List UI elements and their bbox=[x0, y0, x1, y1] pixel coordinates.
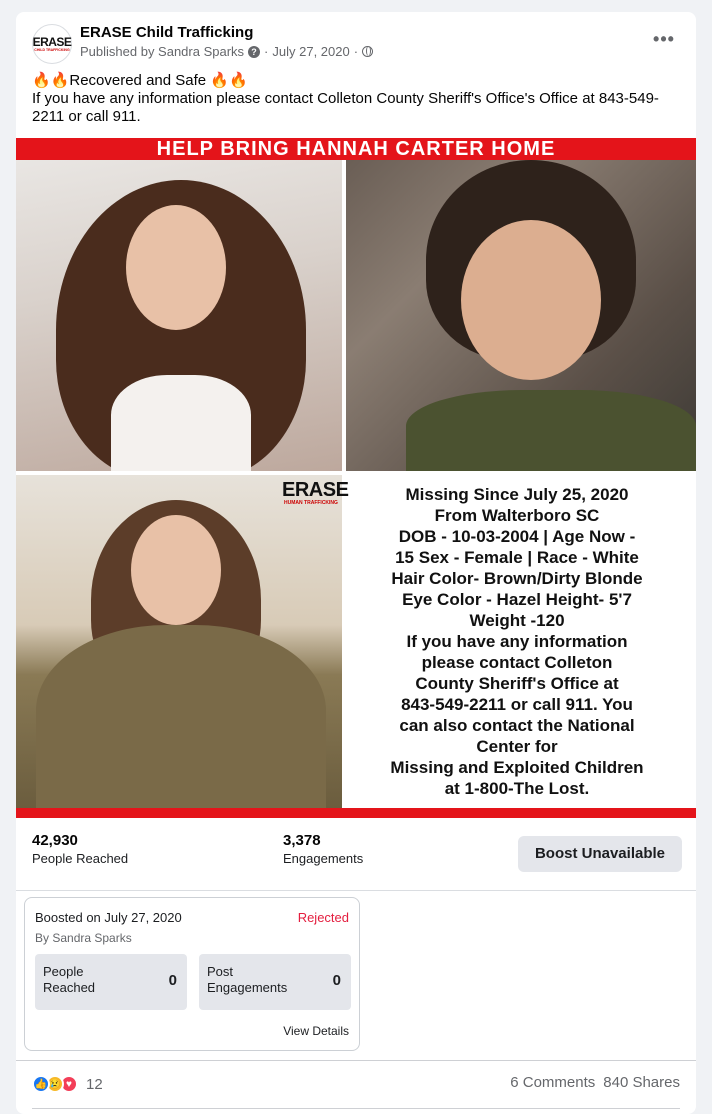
fire-emoji-left: 🔥🔥 bbox=[32, 72, 70, 89]
published-by: Published by Sandra Sparks bbox=[80, 44, 245, 59]
boost-unavailable-button[interactable]: Boost Unavailable bbox=[518, 836, 682, 872]
boost-card: Boosted on July 27, 2020 Rejected By San… bbox=[24, 897, 360, 1051]
face-shape bbox=[126, 205, 226, 330]
poster-info: Missing Since July 25, 2020 From Walterb… bbox=[344, 484, 690, 799]
post-headline: Recovered and Safe bbox=[69, 72, 207, 89]
erase-logo: ERASE HUMAN TRAFFICKING bbox=[282, 479, 349, 512]
post-stats: 42,930 People Reached 3,378 Engagements … bbox=[16, 818, 696, 890]
reactions-summary[interactable]: 👍 😢 ♥ 12 bbox=[32, 1074, 103, 1094]
view-details-link[interactable]: View Details bbox=[283, 1024, 349, 1038]
shirt-shape bbox=[406, 390, 696, 471]
photo-top-right bbox=[346, 160, 696, 471]
info-line: Hair Color- Brown/Dirty Blonde bbox=[391, 569, 643, 588]
engagements-stat: 3,378 Engagements bbox=[283, 832, 363, 866]
people-reached-stat: 42,930 People Reached bbox=[32, 832, 128, 866]
boost-people-reached-value: 0 bbox=[168, 972, 177, 989]
help-icon[interactable]: ? bbox=[248, 45, 261, 58]
boost-people-reached: People Reached 0 bbox=[35, 954, 187, 1010]
people-reached-value: 42,930 bbox=[32, 832, 78, 849]
post-meta: Published by Sandra Sparks ? · July 27, … bbox=[80, 44, 374, 59]
meta-separator: · bbox=[264, 44, 269, 59]
info-line: Missing Since July 25, 2020 bbox=[405, 485, 629, 504]
info-line: at 1-800-The Lost. bbox=[444, 779, 590, 798]
boost-date: Boosted on July 27, 2020 bbox=[35, 910, 182, 925]
globe-icon bbox=[362, 46, 374, 57]
info-line: DOB - 10-03-2004 | Age Now - bbox=[398, 527, 636, 546]
erase-logo-subtext: HUMAN TRAFFICKING bbox=[284, 500, 338, 506]
engagement-links: 6 Comments 840 Shares bbox=[510, 1074, 680, 1091]
engagements-value: 3,378 bbox=[283, 832, 321, 849]
info-line: Center for bbox=[476, 737, 558, 756]
boost-post-engagements-value: 0 bbox=[332, 972, 341, 989]
engagements-label: Engagements bbox=[283, 851, 364, 866]
boost-status-badge: Rejected bbox=[297, 910, 349, 925]
post-headline-line: 🔥🔥Recovered and Safe 🔥🔥 bbox=[32, 72, 682, 90]
avatar-logo-subtext: CHILD TRAFFICKING bbox=[34, 48, 70, 52]
avatar-logo-text: ERASE bbox=[32, 35, 72, 49]
info-line: From Walterboro SC bbox=[434, 506, 600, 525]
meta-separator-2: · bbox=[353, 44, 359, 59]
post-date[interactable]: July 27, 2020 bbox=[272, 44, 349, 59]
info-line: County Sheriff's Office at bbox=[415, 674, 619, 693]
poster-banner: HELP BRING HANNAH CARTER HOME bbox=[16, 138, 696, 160]
boost-people-reached-label: People Reached bbox=[43, 964, 96, 995]
photo-top-left bbox=[16, 160, 342, 471]
info-line: If you have any information bbox=[406, 632, 628, 651]
shares-link[interactable]: 840 Shares bbox=[603, 1074, 680, 1091]
face-shape bbox=[461, 220, 601, 380]
people-reached-label: People Reached bbox=[32, 851, 129, 866]
info-line: please contact Colleton bbox=[421, 653, 613, 672]
more-options-icon[interactable]: ••• bbox=[652, 30, 676, 48]
post-image[interactable]: HELP BRING HANNAH CARTER HOME ERASE HUMA… bbox=[16, 138, 696, 818]
divider bbox=[16, 890, 696, 891]
post-body: If you have any information please conta… bbox=[32, 90, 659, 125]
poster-footer-bar bbox=[16, 808, 696, 818]
page-avatar[interactable]: ERASE CHILD TRAFFICKING bbox=[32, 24, 72, 64]
boost-post-engagements: Post Engagements 0 bbox=[199, 954, 351, 1010]
info-line: 843-549-2211 or call 911. You bbox=[401, 695, 633, 714]
boost-post-engagements-label: Post Engagements bbox=[207, 964, 288, 995]
boost-by: By Sandra Sparks bbox=[35, 931, 132, 945]
like-reaction-icon: 👍 bbox=[32, 1075, 50, 1093]
info-line: 15 Sex - Female | Race - White bbox=[395, 548, 639, 567]
divider bbox=[32, 1108, 680, 1109]
post-card: ERASE CHILD TRAFFICKING ERASE Child Traf… bbox=[16, 12, 696, 1114]
erase-logo-text: ERASE bbox=[282, 479, 349, 501]
post-header: ERASE CHILD TRAFFICKING ERASE Child Traf… bbox=[16, 12, 696, 72]
comments-link[interactable]: 6 Comments bbox=[510, 1074, 595, 1091]
camo-jacket-shape bbox=[36, 625, 326, 808]
divider bbox=[16, 1060, 696, 1061]
shirt-shape bbox=[111, 375, 251, 471]
info-line: can also contact the National bbox=[399, 716, 635, 735]
photo-bottom-left bbox=[16, 475, 342, 808]
page-name[interactable]: ERASE Child Trafficking bbox=[80, 24, 253, 41]
info-line: Missing and Exploited Children bbox=[390, 758, 644, 777]
reaction-count: 12 bbox=[86, 1075, 103, 1093]
face-shape bbox=[131, 515, 221, 625]
info-line: Weight -120 bbox=[469, 611, 565, 630]
fire-emoji-right: 🔥🔥 bbox=[210, 72, 248, 89]
post-text: 🔥🔥Recovered and Safe 🔥🔥 If you have any … bbox=[32, 72, 682, 126]
info-line: Eye Color - Hazel Height- 5'7 bbox=[402, 590, 632, 609]
